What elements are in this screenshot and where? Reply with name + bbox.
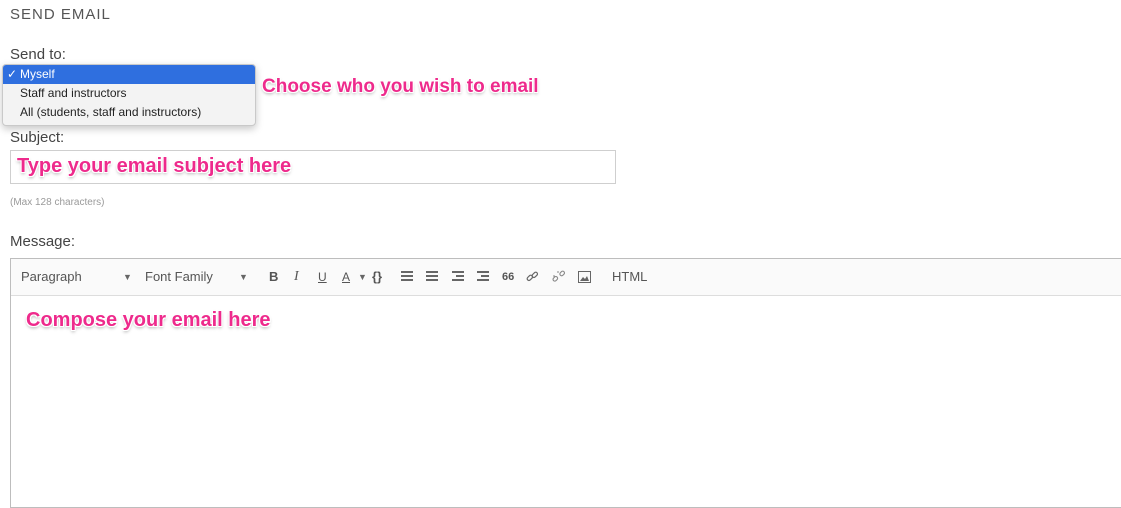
underline-button[interactable]: U [318,268,327,286]
unlink-icon[interactable] [552,270,566,284]
send-to-option-staff[interactable]: Staff and instructors [3,84,255,103]
outdent-icon[interactable] [452,271,464,282]
message-editor[interactable]: Paragraph ▼ Font Family ▼ B I U A ▼ {} 6… [10,258,1121,508]
message-label: Message: [10,233,76,250]
caret-down-icon[interactable]: ▼ [358,268,367,286]
option-label: Staff and instructors [20,86,127,100]
annotation-send-to: Choose who you wish to email [262,76,539,97]
italic-button[interactable]: I [294,268,299,286]
option-label: All (students, staff and instructors) [20,105,202,119]
bold-button[interactable]: B [269,268,278,286]
send-to-option-all[interactable]: All (students, staff and instructors) [3,103,255,122]
send-to-option-myself[interactable]: ✓ Myself [3,65,255,84]
subject-label: Subject: [10,129,65,146]
caret-down-icon[interactable]: ▼ [239,268,248,286]
indent-icon[interactable] [477,271,489,282]
annotation-message: Compose your email here [26,309,271,331]
subject-hint: (Max 128 characters) [10,197,105,208]
caret-down-icon[interactable]: ▼ [123,268,132,286]
font-family-select[interactable]: Font Family [145,268,213,286]
send-to-dropdown[interactable]: ✓ Myself Staff and instructors All (stud… [2,64,256,126]
bullet-list-icon[interactable] [401,271,413,282]
send-to-label: Send to: [10,46,66,63]
code-button[interactable]: {} [372,268,382,286]
annotation-subject: Type your email subject here [17,155,292,177]
link-icon[interactable] [526,270,540,284]
option-label: Myself [20,67,55,81]
text-color-button[interactable]: A [342,268,350,286]
page-title: SEND EMAIL [10,6,111,23]
block-format-select[interactable]: Paragraph [21,268,82,286]
numbered-list-icon[interactable] [426,271,438,282]
html-button[interactable]: HTML [612,268,647,286]
blockquote-button[interactable]: 66 [502,268,514,286]
editor-toolbar: Paragraph ▼ Font Family ▼ B I U A ▼ {} 6… [11,259,1121,296]
check-icon: ✓ [7,67,18,81]
image-icon[interactable] [578,271,591,283]
